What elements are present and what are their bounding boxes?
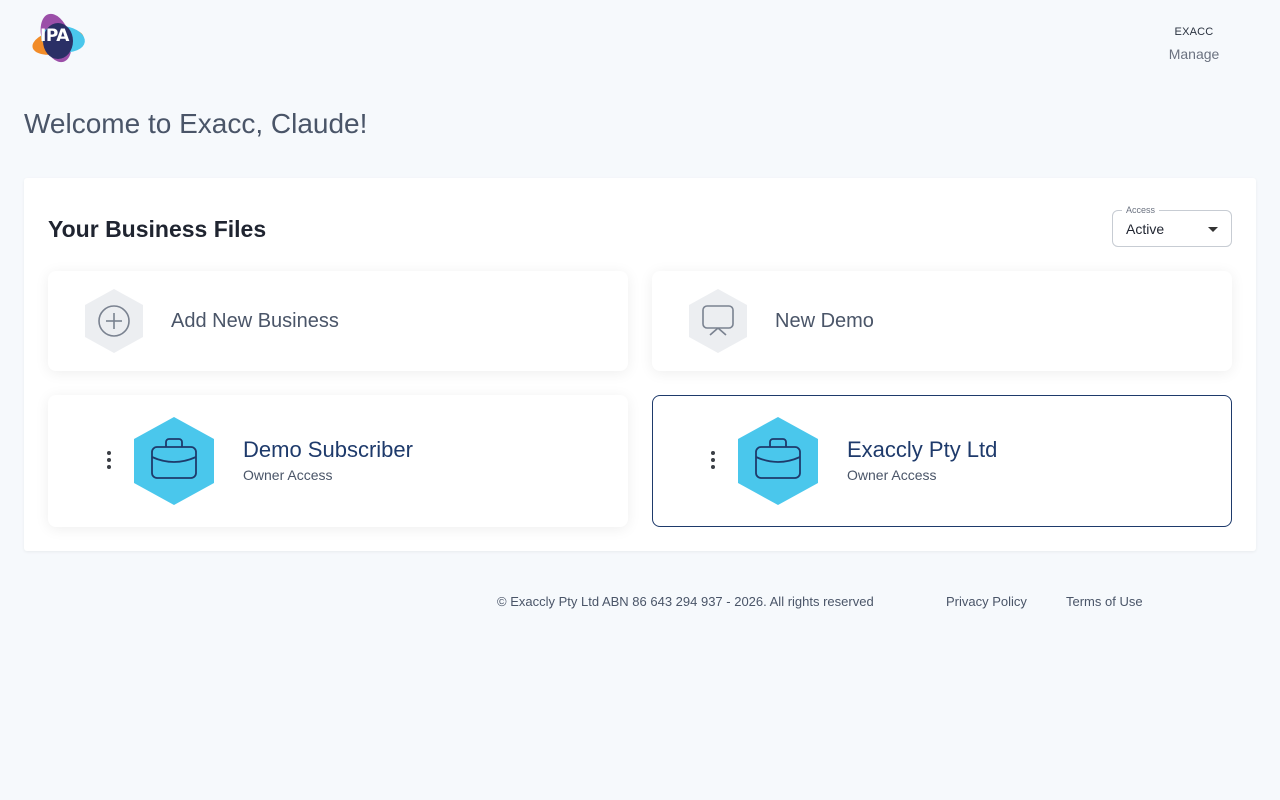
more-options-icon[interactable] xyxy=(707,450,719,472)
access-select[interactable]: Access Active xyxy=(1112,205,1232,247)
manage-link[interactable]: Manage xyxy=(1164,46,1224,62)
logo-text: IPA xyxy=(40,26,69,46)
org-menu: EXACC Manage xyxy=(1164,26,1224,62)
business-name: Exaccly Pty Ltd xyxy=(847,437,998,462)
plus-circle-icon xyxy=(85,289,143,353)
org-name: EXACC xyxy=(1174,26,1214,38)
access-legend: Access xyxy=(1122,205,1160,215)
new-demo-label: New Demo xyxy=(775,310,874,332)
briefcase-icon xyxy=(134,417,214,505)
copyright-text: © Exaccly Pty Ltd ABN 86 643 294 937 - 2… xyxy=(497,594,874,609)
briefcase-icon xyxy=(738,417,818,505)
footer: © Exaccly Pty Ltd ABN 86 643 294 937 - 2… xyxy=(497,594,1143,609)
new-demo-card[interactable]: New Demo xyxy=(652,271,1232,371)
access-value: Active xyxy=(1126,221,1165,237)
business-access: Owner Access xyxy=(847,467,937,483)
privacy-policy-link[interactable]: Privacy Policy xyxy=(946,594,1027,609)
business-name: Demo Subscriber xyxy=(243,437,413,462)
business-files-panel: Your Business Files Access Active Add Ne… xyxy=(24,178,1256,551)
add-new-business-card[interactable]: Add New Business xyxy=(48,271,628,371)
panel-title: Your Business Files xyxy=(48,216,267,242)
terms-of-use-link[interactable]: Terms of Use xyxy=(1066,594,1143,609)
more-options-icon[interactable] xyxy=(103,450,115,472)
logo[interactable]: IPA xyxy=(28,12,88,66)
business-card-exaccly[interactable]: Exaccly Pty Ltd Owner Access xyxy=(652,395,1232,527)
business-card-demo-subscriber[interactable]: Demo Subscriber Owner Access xyxy=(48,395,628,527)
business-access: Owner Access xyxy=(243,467,333,483)
caret-down-icon xyxy=(1208,227,1218,232)
welcome-heading: Welcome to Exacc, Claude! xyxy=(24,108,368,139)
add-new-business-label: Add New Business xyxy=(171,310,339,332)
presentation-screen-icon xyxy=(689,289,747,353)
